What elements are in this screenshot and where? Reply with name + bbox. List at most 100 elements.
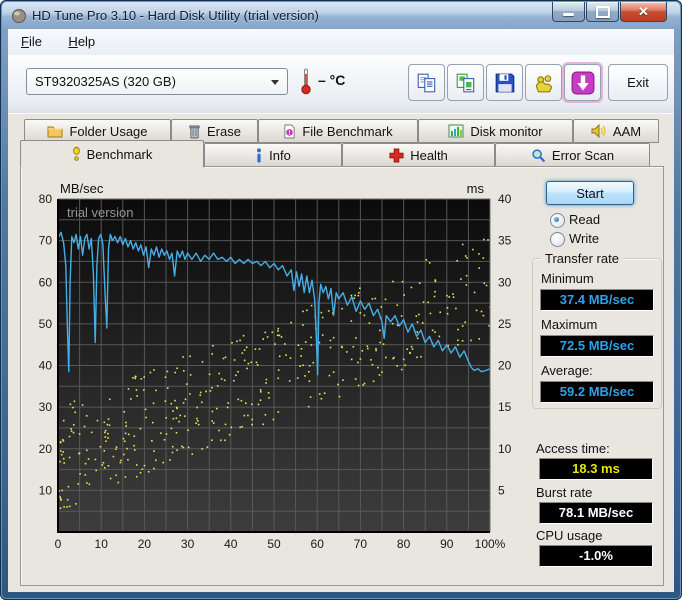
axis-tick: 60	[39, 275, 53, 289]
maximum-value: 72.5 MB/sec	[540, 335, 654, 357]
transfer-rate-group: Transfer rate Minimum 37.4 MB/sec Maximu…	[532, 251, 662, 409]
download-icon	[571, 71, 594, 94]
start-button[interactable]: Start	[546, 181, 634, 205]
temperature-readout: – °C	[318, 72, 346, 88]
axis-tick: 40	[39, 359, 53, 373]
axis-tick: 20	[498, 359, 512, 373]
access-time-value: 18.3 ms	[539, 458, 653, 480]
window-title: HD Tune Pro 3.10 - Hard Disk Utility (tr…	[32, 8, 319, 23]
tab-aam[interactable]: AAM	[573, 119, 659, 143]
download-button[interactable]	[564, 64, 601, 101]
tab-label: AAM	[612, 123, 642, 139]
menu-bar: File Help	[8, 29, 674, 56]
tab-label: Folder Usage	[69, 123, 148, 139]
cpu-usage-label: CPU usage	[536, 528, 603, 543]
drive-select-value: ST9320325AS (320 GB)	[35, 74, 176, 89]
app-icon	[11, 8, 27, 29]
exit-button[interactable]: Exit	[608, 64, 668, 101]
tab-area: Folder Usage Erase File Benchmark Disk m…	[8, 114, 674, 592]
average-label: Average:	[541, 363, 593, 378]
axis-tick: 10	[39, 483, 53, 497]
save-button[interactable]	[486, 64, 523, 101]
toolbar: ST9320325AS (320 GB) – °C Exit	[8, 55, 674, 115]
axis-tick: 35	[498, 234, 512, 248]
erase-icon	[189, 124, 200, 138]
tab-info[interactable]: Info	[204, 143, 342, 167]
axis-tick: 0	[55, 537, 62, 551]
axis-tick: 50	[39, 317, 53, 331]
left-axis-title: MB/sec	[60, 181, 104, 196]
options-button[interactable]	[525, 64, 562, 101]
read-radio[interactable]	[550, 213, 565, 228]
axis-tick: 30	[39, 400, 53, 414]
close-button[interactable]: ✕	[620, 2, 667, 22]
aam-speaker-icon	[591, 124, 606, 138]
maximum-label: Maximum	[541, 317, 598, 332]
benchmark-icon	[72, 146, 80, 161]
thermometer-icon	[300, 67, 312, 100]
write-radio[interactable]	[550, 232, 565, 247]
trial-version-watermark: trial version	[67, 205, 133, 220]
read-radio-label[interactable]: Read	[569, 212, 600, 227]
minimum-value: 37.4 MB/sec	[540, 289, 654, 311]
tab-label: Disk monitor	[470, 123, 543, 139]
axis-tick: 20	[39, 442, 53, 456]
axis-tick: 100%	[475, 537, 506, 551]
tab-disk-monitor[interactable]: Disk monitor	[418, 119, 573, 143]
disk-monitor-icon	[448, 124, 464, 138]
options-icon	[535, 74, 552, 92]
maximize-button[interactable]	[586, 2, 619, 22]
file-benchmark-icon	[284, 124, 295, 138]
chevron-down-icon	[271, 80, 279, 85]
average-value: 59.2 MB/sec	[540, 381, 654, 403]
axis-tick: 5	[498, 483, 505, 497]
tab-label: Health	[410, 147, 448, 163]
axis-tick: 40	[224, 537, 238, 551]
minimize-button[interactable]	[552, 2, 585, 22]
window-controls: ✕	[551, 2, 667, 22]
tab-label: Erase	[207, 123, 241, 139]
axis-tick: 60	[311, 537, 325, 551]
minimize-icon	[563, 12, 574, 16]
cpu-usage-value: -1.0%	[539, 545, 653, 567]
tab-label: File Benchmark	[302, 123, 393, 139]
axis-tick: 10	[95, 537, 109, 551]
copy-screenshot-button[interactable]	[447, 64, 484, 101]
menu-help[interactable]: Help	[59, 29, 104, 49]
axis-tick: 70	[354, 537, 368, 551]
tab-label: Benchmark	[86, 146, 153, 162]
tab-file-benchmark[interactable]: File Benchmark	[258, 119, 418, 143]
app-window: HD Tune Pro 3.10 - Hard Disk Utility (tr…	[0, 0, 682, 600]
axis-tick: 50	[267, 537, 281, 551]
access-time-label: Access time:	[536, 441, 610, 456]
axis-tick: 80	[397, 537, 411, 551]
tab-label: Info	[269, 147, 291, 163]
axis-tick: 10	[498, 442, 512, 456]
tab-benchmark[interactable]: Benchmark	[20, 140, 204, 168]
axis-tick: 30	[181, 537, 195, 551]
drive-select[interactable]: ST9320325AS (320 GB)	[26, 68, 288, 95]
axis-tick: 20	[138, 537, 152, 551]
tab-error-scan[interactable]: Error Scan	[495, 143, 650, 167]
error-scan-icon	[532, 148, 546, 162]
menu-file[interactable]: File	[12, 29, 51, 49]
axis-tick: 15	[498, 400, 512, 414]
axis-tick: 90	[440, 537, 454, 551]
burst-rate-value: 78.1 MB/sec	[539, 502, 653, 524]
axis-tick: 25	[498, 317, 512, 331]
copy-screenshot-icon	[456, 73, 474, 92]
right-axis-title: ms	[467, 181, 485, 196]
plot-grid	[57, 198, 491, 533]
tab-health[interactable]: Health	[342, 143, 495, 167]
burst-rate-label: Burst rate	[536, 485, 593, 500]
tab-label: Error Scan	[551, 147, 615, 163]
title-bar[interactable]: HD Tune Pro 3.10 - Hard Disk Utility (tr…	[2, 2, 680, 29]
benchmark-page: trial version MB/sec ms 80 70 60 50 40 30 20 10 40 3…	[20, 166, 664, 586]
copy-text-button[interactable]	[408, 64, 445, 101]
axis-tick: 40	[498, 192, 512, 206]
folder-icon	[47, 126, 63, 138]
benchmark-chart: trial versionMB/sec ms8070605040302010403…	[39, 181, 512, 551]
write-radio-label[interactable]: Write	[569, 231, 599, 246]
axis-tick: 80	[39, 192, 53, 206]
health-icon	[389, 147, 404, 163]
